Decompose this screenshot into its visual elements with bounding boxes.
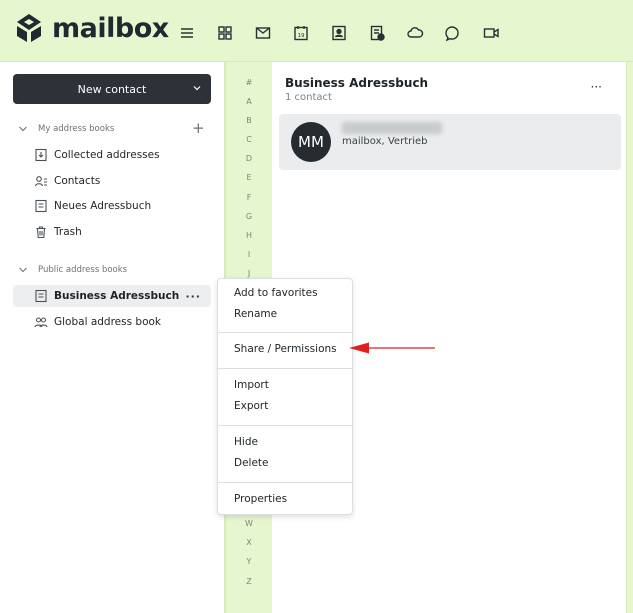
sidebar: New contact My address books + Collected… <box>0 62 222 613</box>
alpha-letter[interactable]: Y <box>226 557 272 566</box>
contact-company: mailbox, Vertrieb <box>342 136 428 147</box>
new-contact-button[interactable]: New contact <box>13 74 211 104</box>
contact-name-redacted <box>342 122 442 134</box>
video-icon[interactable] <box>480 22 502 44</box>
menu-item-share-permissions[interactable]: Share / Permissions <box>234 343 337 355</box>
trash-icon <box>36 226 46 239</box>
sidebar-item-global-address-book[interactable]: Global address book <box>34 311 161 333</box>
section-label: Public address books <box>38 265 128 275</box>
sidebar-item-label: Business Adressbuch <box>54 290 180 302</box>
logo-text: mailbox <box>52 12 169 44</box>
alpha-letter[interactable]: B <box>226 116 272 125</box>
alpha-letter[interactable]: D <box>226 154 272 163</box>
alpha-letter[interactable]: E <box>226 173 272 182</box>
contact-count: 1 contact <box>285 92 332 103</box>
new-contact-label: New contact <box>77 82 147 96</box>
alpha-letter[interactable]: A <box>226 97 272 106</box>
sidebar-item-trash[interactable]: Trash <box>34 221 82 243</box>
menu-icon[interactable] <box>176 22 198 44</box>
alpha-letter[interactable]: F <box>226 193 272 202</box>
contacts-icon <box>34 176 47 187</box>
menu-divider <box>218 482 352 483</box>
my-address-books-header[interactable]: My address books <box>18 124 114 134</box>
sidebar-item-collected-addresses[interactable]: Collected addresses <box>34 144 160 166</box>
sidebar-item-business-adressbuch[interactable]: Business Adressbuch ··· <box>13 285 211 307</box>
right-panel-edge <box>626 62 633 613</box>
sidebar-item-label: Global address book <box>54 316 162 328</box>
sidebar-item-neues-adressbuch[interactable]: Neues Adressbuch <box>34 195 151 217</box>
alpha-letter[interactable]: Z <box>226 577 272 586</box>
sidebar-item-label: Contacts <box>54 175 101 187</box>
avatar: MM <box>291 122 331 162</box>
menu-divider <box>218 425 352 426</box>
global-address-book-icon <box>34 317 48 328</box>
collected-addresses-icon <box>35 148 47 162</box>
chevron-down-icon[interactable] <box>18 124 28 134</box>
address-book-icon <box>35 199 47 213</box>
alpha-letter[interactable]: X <box>226 538 272 547</box>
calendar-day: 19 <box>298 33 305 39</box>
address-book-icon <box>35 289 47 303</box>
menu-divider <box>218 368 352 369</box>
tasks-icon[interactable] <box>366 22 388 44</box>
public-address-books-header[interactable]: Public address books <box>18 265 127 275</box>
top-bar: mailbox 19 <box>0 0 633 62</box>
cloud-icon[interactable] <box>404 22 426 44</box>
more-options-icon[interactable]: ··· <box>185 290 201 303</box>
app-nav: 19 <box>176 22 502 44</box>
menu-item-hide[interactable]: Hide <box>234 436 258 448</box>
menu-item-import[interactable]: Import <box>234 379 269 391</box>
contacts-icon[interactable] <box>328 22 350 44</box>
menu-item-export[interactable]: Export <box>234 400 268 412</box>
alpha-letter[interactable]: G <box>226 212 272 221</box>
more-options-icon[interactable]: ··· <box>591 80 602 94</box>
sidebar-item-contacts[interactable]: Contacts <box>34 170 100 192</box>
menu-divider <box>218 332 352 333</box>
menu-item-rename[interactable]: Rename <box>234 308 277 320</box>
chevron-down-icon[interactable] <box>18 265 28 275</box>
section-label: My address books <box>38 124 115 134</box>
mailbox-logo-icon <box>17 14 41 42</box>
alpha-letter[interactable]: I <box>226 250 272 259</box>
menu-item-properties[interactable]: Properties <box>234 493 287 505</box>
calendar-icon[interactable]: 19 <box>290 22 312 44</box>
alpha-letter[interactable]: J <box>226 269 272 278</box>
alpha-letter[interactable]: C <box>226 135 272 144</box>
annotation-arrow-icon <box>349 342 435 354</box>
chevron-down-icon[interactable] <box>191 82 203 94</box>
chat-icon[interactable] <box>442 22 464 44</box>
logo[interactable]: mailbox <box>14 12 169 44</box>
list-title: Business Adressbuch <box>285 76 429 90</box>
mail-icon[interactable] <box>252 22 274 44</box>
sidebar-item-label: Trash <box>54 226 82 238</box>
add-address-book-icon[interactable]: + <box>192 121 205 136</box>
alpha-letter[interactable]: # <box>226 78 272 87</box>
alpha-letter[interactable]: H <box>226 231 272 240</box>
menu-item-add-to-favorites[interactable]: Add to favorites <box>234 287 318 299</box>
context-menu: Add to favorites Rename Share / Permissi… <box>217 278 353 515</box>
contact-list-item[interactable]: MM mailbox, Vertrieb <box>279 114 621 170</box>
menu-item-delete[interactable]: Delete <box>234 457 269 469</box>
alpha-letter[interactable]: W <box>226 519 272 528</box>
sidebar-item-label: Neues Adressbuch <box>54 200 152 212</box>
sidebar-item-label: Collected addresses <box>54 149 160 161</box>
apps-icon[interactable] <box>214 22 236 44</box>
